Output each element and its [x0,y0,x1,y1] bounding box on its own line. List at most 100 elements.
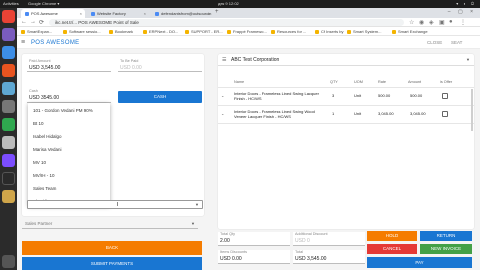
item-qty[interactable]: 1 [332,111,334,116]
text-editor-icon[interactable] [2,100,15,113]
bookmark-icon [271,29,275,34]
chevron-down-icon[interactable]: ▼ [191,221,195,226]
archive-icon[interactable] [2,190,15,203]
dropdown-option[interactable]: Marisa Vedani [33,147,62,152]
new-invoice-button[interactable]: NEW INVOICE [420,244,472,254]
table-row[interactable]: ⌄ Interior Doors - Frameless Lined Swing… [218,89,474,104]
additional-discount-field[interactable]: Additional Discount USD 0 [293,232,365,246]
tab-strip: POS Awesome × Website Factory × defendan… [17,8,480,18]
sales-person-input[interactable]: I ▼ [27,200,203,209]
bookmark-item[interactable]: Smart System... [347,29,381,34]
customer-select[interactable]: ☰ ABC Test Corporation ▼ [218,54,474,66]
bookmark-icon [21,29,25,34]
return-button[interactable]: RETURN [420,231,472,241]
bookmark-item[interactable]: Cf Inserts by [315,29,343,34]
chevron-down-icon[interactable]: ▼ [195,202,199,207]
seat-link[interactable]: SEAT [451,40,462,45]
chevron-down-icon[interactable]: ▼ [466,57,470,62]
item-uom: Unit [354,93,362,98]
items-discounts-field: Items Discounts USD 0.00 [218,250,290,264]
sales-partner-select[interactable]: Sales Partner ▼ [22,217,198,229]
help-icon[interactable] [2,136,15,149]
dropdown-option[interactable]: Bt 10 [33,121,44,126]
bookmark-item[interactable]: Smart Exchange [392,29,428,34]
star-icon[interactable]: ☆ [409,19,414,26]
extension-icon[interactable]: ◈ [429,19,434,26]
dropdown-option[interactable]: Sales Team [33,186,56,191]
bookmark-icon [347,29,351,34]
sales-person-dropdown-menu: 101 - Gordon Vedani PM 90% Bt 10 Isabel … [28,103,110,206]
submit-payments-button[interactable]: SUBMIT PAYMENTS [22,257,202,270]
scrollbar[interactable] [471,89,473,131]
browser-menu-icon[interactable]: ⋮ [460,19,466,26]
column-header[interactable]: Name [234,80,244,84]
clock[interactable]: дек 9 12:02 [218,1,239,6]
column-header[interactable]: Rate [378,80,386,84]
back-button[interactable]: BACK [22,241,202,255]
tab-close-icon[interactable]: × [80,11,82,16]
bookmark-item[interactable]: Frappé Framewo... [227,29,267,34]
user-icon: ☰ [222,57,227,63]
expand-icon[interactable]: ⌄ [221,111,224,116]
pos-favicon-icon [25,11,29,16]
column-header[interactable]: is Offer [440,80,452,84]
extension-icon[interactable]: ▣ [439,19,445,26]
dropdown-option[interactable]: MV 10 [33,160,46,165]
paid-amount-field[interactable]: Paid Amount USD 3,545.00 [27,59,111,72]
viber-icon[interactable] [2,154,15,167]
dropdown-option[interactable]: Isabel Hidalgo [33,134,62,139]
new-tab-button[interactable]: + [215,9,219,15]
pay-button[interactable]: PAY [367,257,472,268]
window-controls[interactable]: – ▢ × [448,9,476,15]
bookmark-item[interactable]: Resources for ... [271,29,306,34]
is-offer-checkbox[interactable] [442,111,448,117]
system-tray[interactable]: ▾ ◖ ⏻ [456,1,476,6]
payment-panel: Paid Amount USD 3,545.00 To Be Paid USD … [22,54,204,216]
item-amount: 3,045.00 [410,111,426,116]
dropdown-option[interactable]: MV/IH - 10 [33,173,55,178]
files-icon[interactable] [2,28,15,41]
menu-icon[interactable]: ≡ [21,39,25,46]
chrome-icon[interactable] [2,10,15,23]
bookmark-item[interactable]: ERPNext - DO... [143,29,178,34]
profile-icon[interactable]: ● [449,19,453,25]
back-icon[interactable]: ← [21,19,27,25]
forward-icon[interactable]: → [30,19,36,25]
mail-icon[interactable] [2,46,15,59]
app-menu[interactable]: Google Chrome ▾ [28,1,59,6]
bookmark-item[interactable]: SmartExpan... [21,29,52,34]
reload-icon[interactable]: ⟳ [39,19,44,26]
item-qty[interactable]: 3 [332,93,334,98]
software-icon[interactable] [2,64,15,77]
tab-website[interactable]: Website Factory × [87,9,149,18]
is-offer-checkbox[interactable] [442,93,448,99]
show-apps-icon[interactable] [2,255,15,268]
total-qty-field: Total Qty 2.00 [218,232,290,246]
hold-button[interactable]: HOLD [367,231,417,241]
settings-icon[interactable] [2,82,15,95]
calc-icon[interactable] [2,118,15,131]
tab-close-icon[interactable]: × [144,11,146,16]
bookmark-item[interactable]: SUPPORT - ER... [185,29,223,34]
cash-button[interactable]: CASH [118,91,202,103]
extension-icon[interactable]: ◉ [419,19,424,26]
dropdown-option[interactable]: 101 - Gordon Vedani PM 90% [33,108,93,113]
column-header[interactable]: Amount [408,80,421,84]
item-amount: 500.00 [410,93,423,98]
column-header[interactable]: UOM [354,80,363,84]
tab-outsourcing[interactable]: defendantsfrom@outsourcin × [151,9,213,18]
activities-button[interactable]: Activities [3,1,19,6]
expand-icon[interactable]: ⌄ [221,93,224,98]
pos-content: Paid Amount USD 3,545.00 To Be Paid USD … [17,49,480,270]
close-shift-link[interactable]: CLOSE [427,40,442,45]
column-header[interactable]: QTY [330,80,338,84]
table-row[interactable]: ⌄ Interior Doors - Frameless Lined Swing… [218,107,474,122]
tab-close-icon[interactable]: × [208,11,210,16]
tab-pos-awesome[interactable]: POS Awesome × [21,9,85,18]
bookmark-item[interactable]: Software sessio... [63,29,101,34]
url-input[interactable]: ikc.net.tr/... POS AWESOME Point of Sale [49,19,404,26]
bookmark-item[interactable]: Bookmark [109,29,133,34]
cash-amount-field[interactable]: Cash USD 3545.00 [27,89,111,103]
terminal-icon[interactable] [2,172,15,185]
cancel-button[interactable]: CANCEL [367,244,417,254]
